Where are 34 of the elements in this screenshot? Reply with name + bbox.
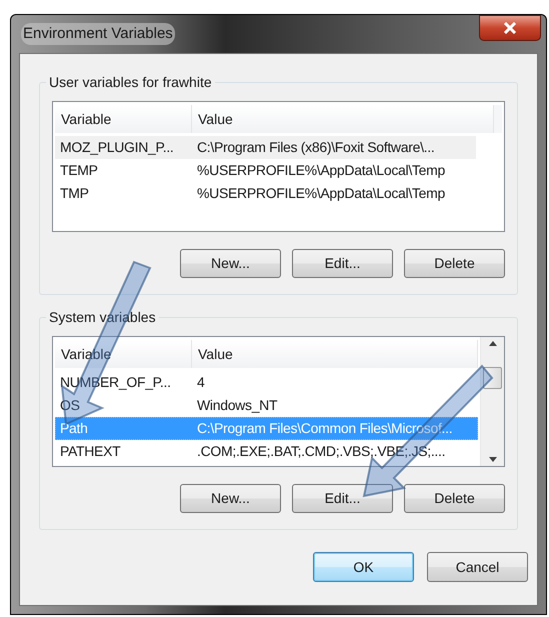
scroll-down-icon[interactable]	[488, 457, 496, 462]
table-cell-text: %USERPROFILE%\AppData\Local\Temp	[196, 184, 446, 203]
scroll-thumb[interactable]	[483, 367, 502, 389]
close-icon	[503, 22, 517, 34]
dialog-button[interactable]: Delete	[404, 484, 505, 513]
close-button[interactable]	[479, 15, 541, 41]
dialog-button[interactable]: New...	[180, 484, 281, 513]
table-cell-text: C:\Program Files (x86)\Foxit Software\...	[196, 138, 436, 157]
dialog-button[interactable]: Cancel	[427, 552, 528, 582]
table-cell-text: MOZ_PLUGIN_P...	[59, 138, 175, 157]
list-row[interactable]: TMP %USERPROFILE%\AppData\Local\Temp	[55, 182, 476, 205]
table-cell-text: %USERPROFILE%\AppData\Local\Temp	[196, 161, 446, 180]
table-cell-text: Windows_NT	[196, 396, 278, 415]
dialog-button[interactable]: Delete	[404, 249, 505, 278]
column-header[interactable]: Value	[192, 105, 494, 133]
table-cell-text: Path	[59, 419, 89, 438]
list-row[interactable]: MOZ_PLUGIN_P... C:\Program Files (x86)\Foxit Software\...	[55, 136, 476, 159]
table-cell-text: TMP	[59, 184, 90, 203]
dialog-button[interactable]: OK	[313, 552, 414, 582]
list-row[interactable]: TEMP %USERPROFILE%\AppData\Local\Temp	[55, 159, 476, 182]
scroll-up-icon[interactable]	[488, 341, 496, 346]
window-title: Environment Variables	[21, 22, 175, 46]
dialog-button[interactable]: Edit...	[292, 484, 393, 513]
dialog-button[interactable]: New...	[180, 249, 281, 278]
table-cell-text: 4	[196, 373, 206, 392]
column-header[interactable]: Variable	[55, 105, 192, 133]
header-filler	[494, 105, 502, 133]
table-cell-text: TEMP	[59, 161, 99, 180]
dialog-button[interactable]: Edit...	[292, 249, 393, 278]
table-cell-text: PATHEXT	[59, 442, 122, 461]
scrollbar[interactable]	[480, 337, 504, 466]
variables-list[interactable]: Variable Value MOZ_PLUGIN_P... C:\Program Files (x86)\Foxit Software\... TEMP %USERPROFILE%\AppData\Local\Temp TMP %USERPROFILE%\AppData\Local\Temp	[52, 101, 505, 232]
column-header[interactable]: Value	[192, 340, 478, 368]
table-cell-text: C:\Program Files\Common Files\Microsof...	[196, 419, 454, 438]
